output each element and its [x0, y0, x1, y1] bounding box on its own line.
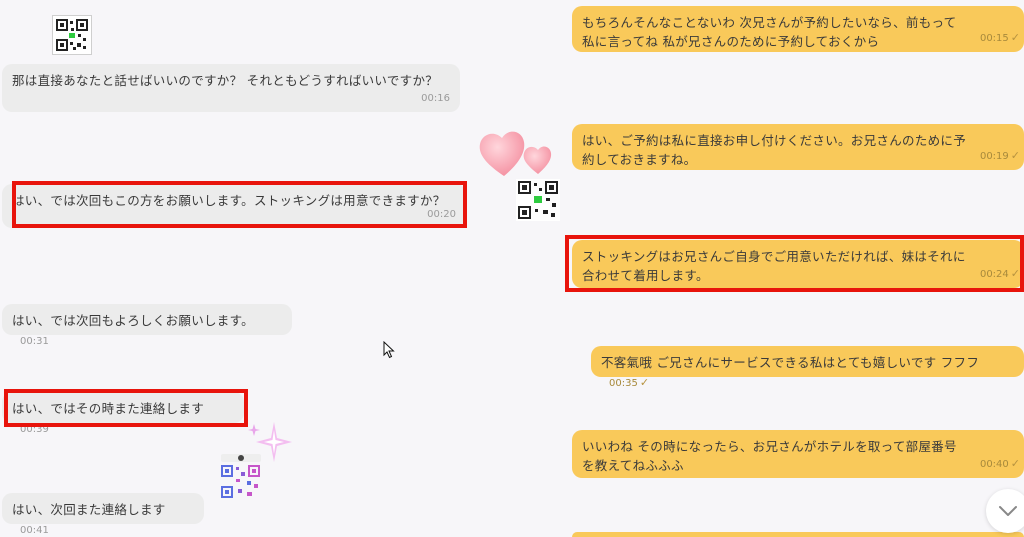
chevron-down-icon [999, 506, 1017, 516]
message-bubble-partial [572, 532, 1024, 537]
message-text: はい、では次回もこの方をお願いします。ストッキングは用意できますか？ [12, 193, 446, 208]
read-check-icon: ✓ [1010, 457, 1020, 470]
hearts-sticker[interactable] [476, 126, 556, 182]
read-check-icon: ✓ [1010, 267, 1020, 280]
message-text: いいわね その時になったら、お兄さんがホテルを取って部屋番号を教えてねふふふ [582, 439, 957, 473]
message-time: 00:24 ✓ [979, 267, 1020, 280]
read-check-icon: ✓ [1010, 31, 1020, 44]
message-bubble[interactable]: ストッキングはお兄さんご自身でご用意いただければ、妹はそれに合わせて着用します。… [572, 240, 1024, 288]
message-text: もちろんそんなことないわ 次兄さんが予約したいなら、前もって私に言ってね 私が兄… [582, 15, 957, 49]
message-text: ストッキングはお兄さんご自身でご用意いただければ、妹はそれに合わせて着用します。 [582, 249, 966, 283]
message-bubble[interactable]: はい、ではその時また連絡します 00:39 [2, 392, 244, 435]
message-bubble[interactable]: はい、次回また連絡します 00:41 [2, 493, 204, 536]
message-text: はい、ご予約は私に直接お申し付けください。お兄さんのために予約しておきますね。 [582, 133, 967, 167]
message-time: 00:40 ✓ [979, 457, 1020, 470]
message-time: 00:20 [427, 209, 456, 220]
read-check-icon: ✓ [1010, 149, 1020, 162]
read-check-icon: ✓ [639, 376, 650, 389]
message-time: 00:16 [421, 93, 450, 104]
message-bubble[interactable]: いいわね その時になったら、お兄さんがホテルを取って部屋番号を教えてねふふふ 0… [572, 430, 1024, 478]
qr-code-icon [518, 181, 558, 219]
message-bubble[interactable]: はい、ご予約は私に直接お申し付けください。お兄さんのために予約しておきますね。 … [572, 124, 1024, 170]
qr-code-sticker[interactable] [516, 179, 560, 221]
message-bubble[interactable]: もちろんそんなことないわ 次兄さんが予約したいなら、前もって私に言ってね 私が兄… [572, 6, 1024, 52]
message-bubble[interactable]: はい、では次回もこの方をお願いします。ストッキングは用意できますか？ 00:20 [2, 184, 466, 228]
message-text: はい、では次回もよろしくお願いします。 [12, 313, 254, 328]
qr-code-sticker[interactable] [52, 15, 92, 55]
qr-code-icon [221, 454, 261, 498]
mouse-cursor-icon [383, 341, 395, 359]
message-bubble[interactable]: 那は直接あなたと話せばいいのですか？ それともどうすればいいですか？ 00:16 [2, 64, 460, 112]
scroll-down-button[interactable] [986, 489, 1024, 533]
message-text: 不客氣哦 ご兄さんにサービスできる私はとても嬉しいです フフフ [601, 355, 980, 370]
message-time: 00:39 [20, 424, 49, 435]
message-time: 00:31 [20, 336, 49, 347]
message-bubble[interactable]: 不客氣哦 ご兄さんにサービスできる私はとても嬉しいです フフフ 00:35 ✓ [591, 346, 1024, 389]
qr-code-icon [56, 19, 88, 51]
message-time: 00:19 ✓ [979, 149, 1020, 162]
message-time: 00:15 ✓ [979, 31, 1020, 44]
message-bubble[interactable]: はい、では次回もよろしくお願いします。 00:31 [2, 304, 292, 347]
qr-code-sticker[interactable] [219, 454, 263, 500]
message-time: 00:35 ✓ [609, 376, 650, 389]
hearts-icon [479, 131, 552, 176]
message-time: 00:41 [20, 525, 49, 536]
message-text: はい、ではその時また連絡します [12, 401, 205, 416]
message-text: はい、次回また連絡します [12, 502, 166, 517]
message-text: 那は直接あなたと話せばいいのですか？ それともどうすればいいですか？ [12, 73, 439, 88]
